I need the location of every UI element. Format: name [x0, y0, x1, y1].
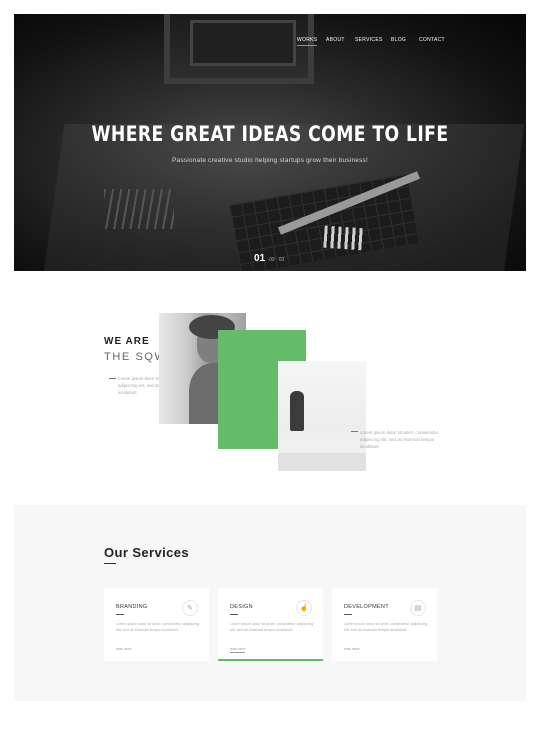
hero-background-tools	[104, 189, 174, 229]
slide-indicator[interactable]: 02	[269, 257, 275, 263]
service-card-branding[interactable]: BRANDING ✎ Lorem ipsum dolor sit amet, c…	[104, 588, 209, 661]
services-title: Our Services	[104, 545, 190, 560]
nav-item-blog[interactable]: BLOG	[391, 37, 406, 43]
browser-window-icon: ▤	[410, 600, 426, 616]
card-text: Lorem ipsum dolor sit amet, consectetur …	[116, 622, 200, 632]
about-text-dash	[109, 378, 116, 379]
card-title-underline	[344, 614, 352, 615]
hero-title: WHERE GREAT IDEAS COME TO LIFE	[91, 122, 449, 146]
card-text: Lorem ipsum dolor sit amet, consectetur …	[230, 622, 314, 632]
pencil-icon: ✎	[182, 600, 198, 616]
hero-subtitle: Passionate creative studio helping start…	[172, 157, 368, 164]
nav-item-services[interactable]: SERVICES	[355, 37, 383, 43]
about-text-secondary: Lorem ipsum dolor sit amet, consectetur …	[360, 430, 439, 449]
card-read-more-link[interactable]: read more	[230, 647, 246, 652]
hand-pointer-icon: ☝	[296, 600, 312, 616]
card-title-underline	[116, 614, 124, 615]
card-read-more-link[interactable]: read more	[116, 647, 131, 651]
services-title-underline	[104, 563, 116, 564]
slide-indicator[interactable]: 03	[279, 257, 285, 263]
card-text: Lorem ipsum dolor sit amet, consectetur …	[344, 622, 428, 632]
hero-background-pencils	[323, 225, 365, 251]
card-title: BRANDING	[116, 604, 148, 610]
nav-item-works[interactable]: WORKS	[297, 37, 318, 46]
hero-slider-pagination: 01 02 03	[254, 253, 284, 264]
about-title-line1: WE ARE	[104, 336, 150, 347]
nav-item-contact[interactable]: CONTACT	[419, 37, 445, 43]
services-section: Our Services BRANDING ✎ Lorem ipsum dolo…	[14, 505, 526, 701]
hero-background-window	[164, 14, 314, 84]
slide-indicator-current[interactable]: 01	[254, 253, 265, 264]
silhouette-figure	[290, 391, 304, 431]
silhouette-floor	[278, 453, 366, 471]
about-text-dash	[351, 431, 358, 432]
about-photo-silhouette	[278, 361, 366, 471]
card-title: DESIGN	[230, 604, 253, 610]
card-title: DEVELOPMENT	[344, 604, 389, 610]
card-title-underline	[230, 614, 238, 615]
nav-item-about[interactable]: ABOUT	[326, 37, 345, 43]
service-card-development[interactable]: DEVELOPMENT ▤ Lorem ipsum dolor sit amet…	[332, 588, 437, 661]
hero-section: WORKS ABOUT SERVICES BLOG CONTACT WHERE …	[14, 14, 526, 271]
service-card-design[interactable]: DESIGN ☝ Lorem ipsum dolor sit amet, con…	[218, 588, 323, 661]
card-read-more-link[interactable]: read more	[344, 647, 359, 651]
